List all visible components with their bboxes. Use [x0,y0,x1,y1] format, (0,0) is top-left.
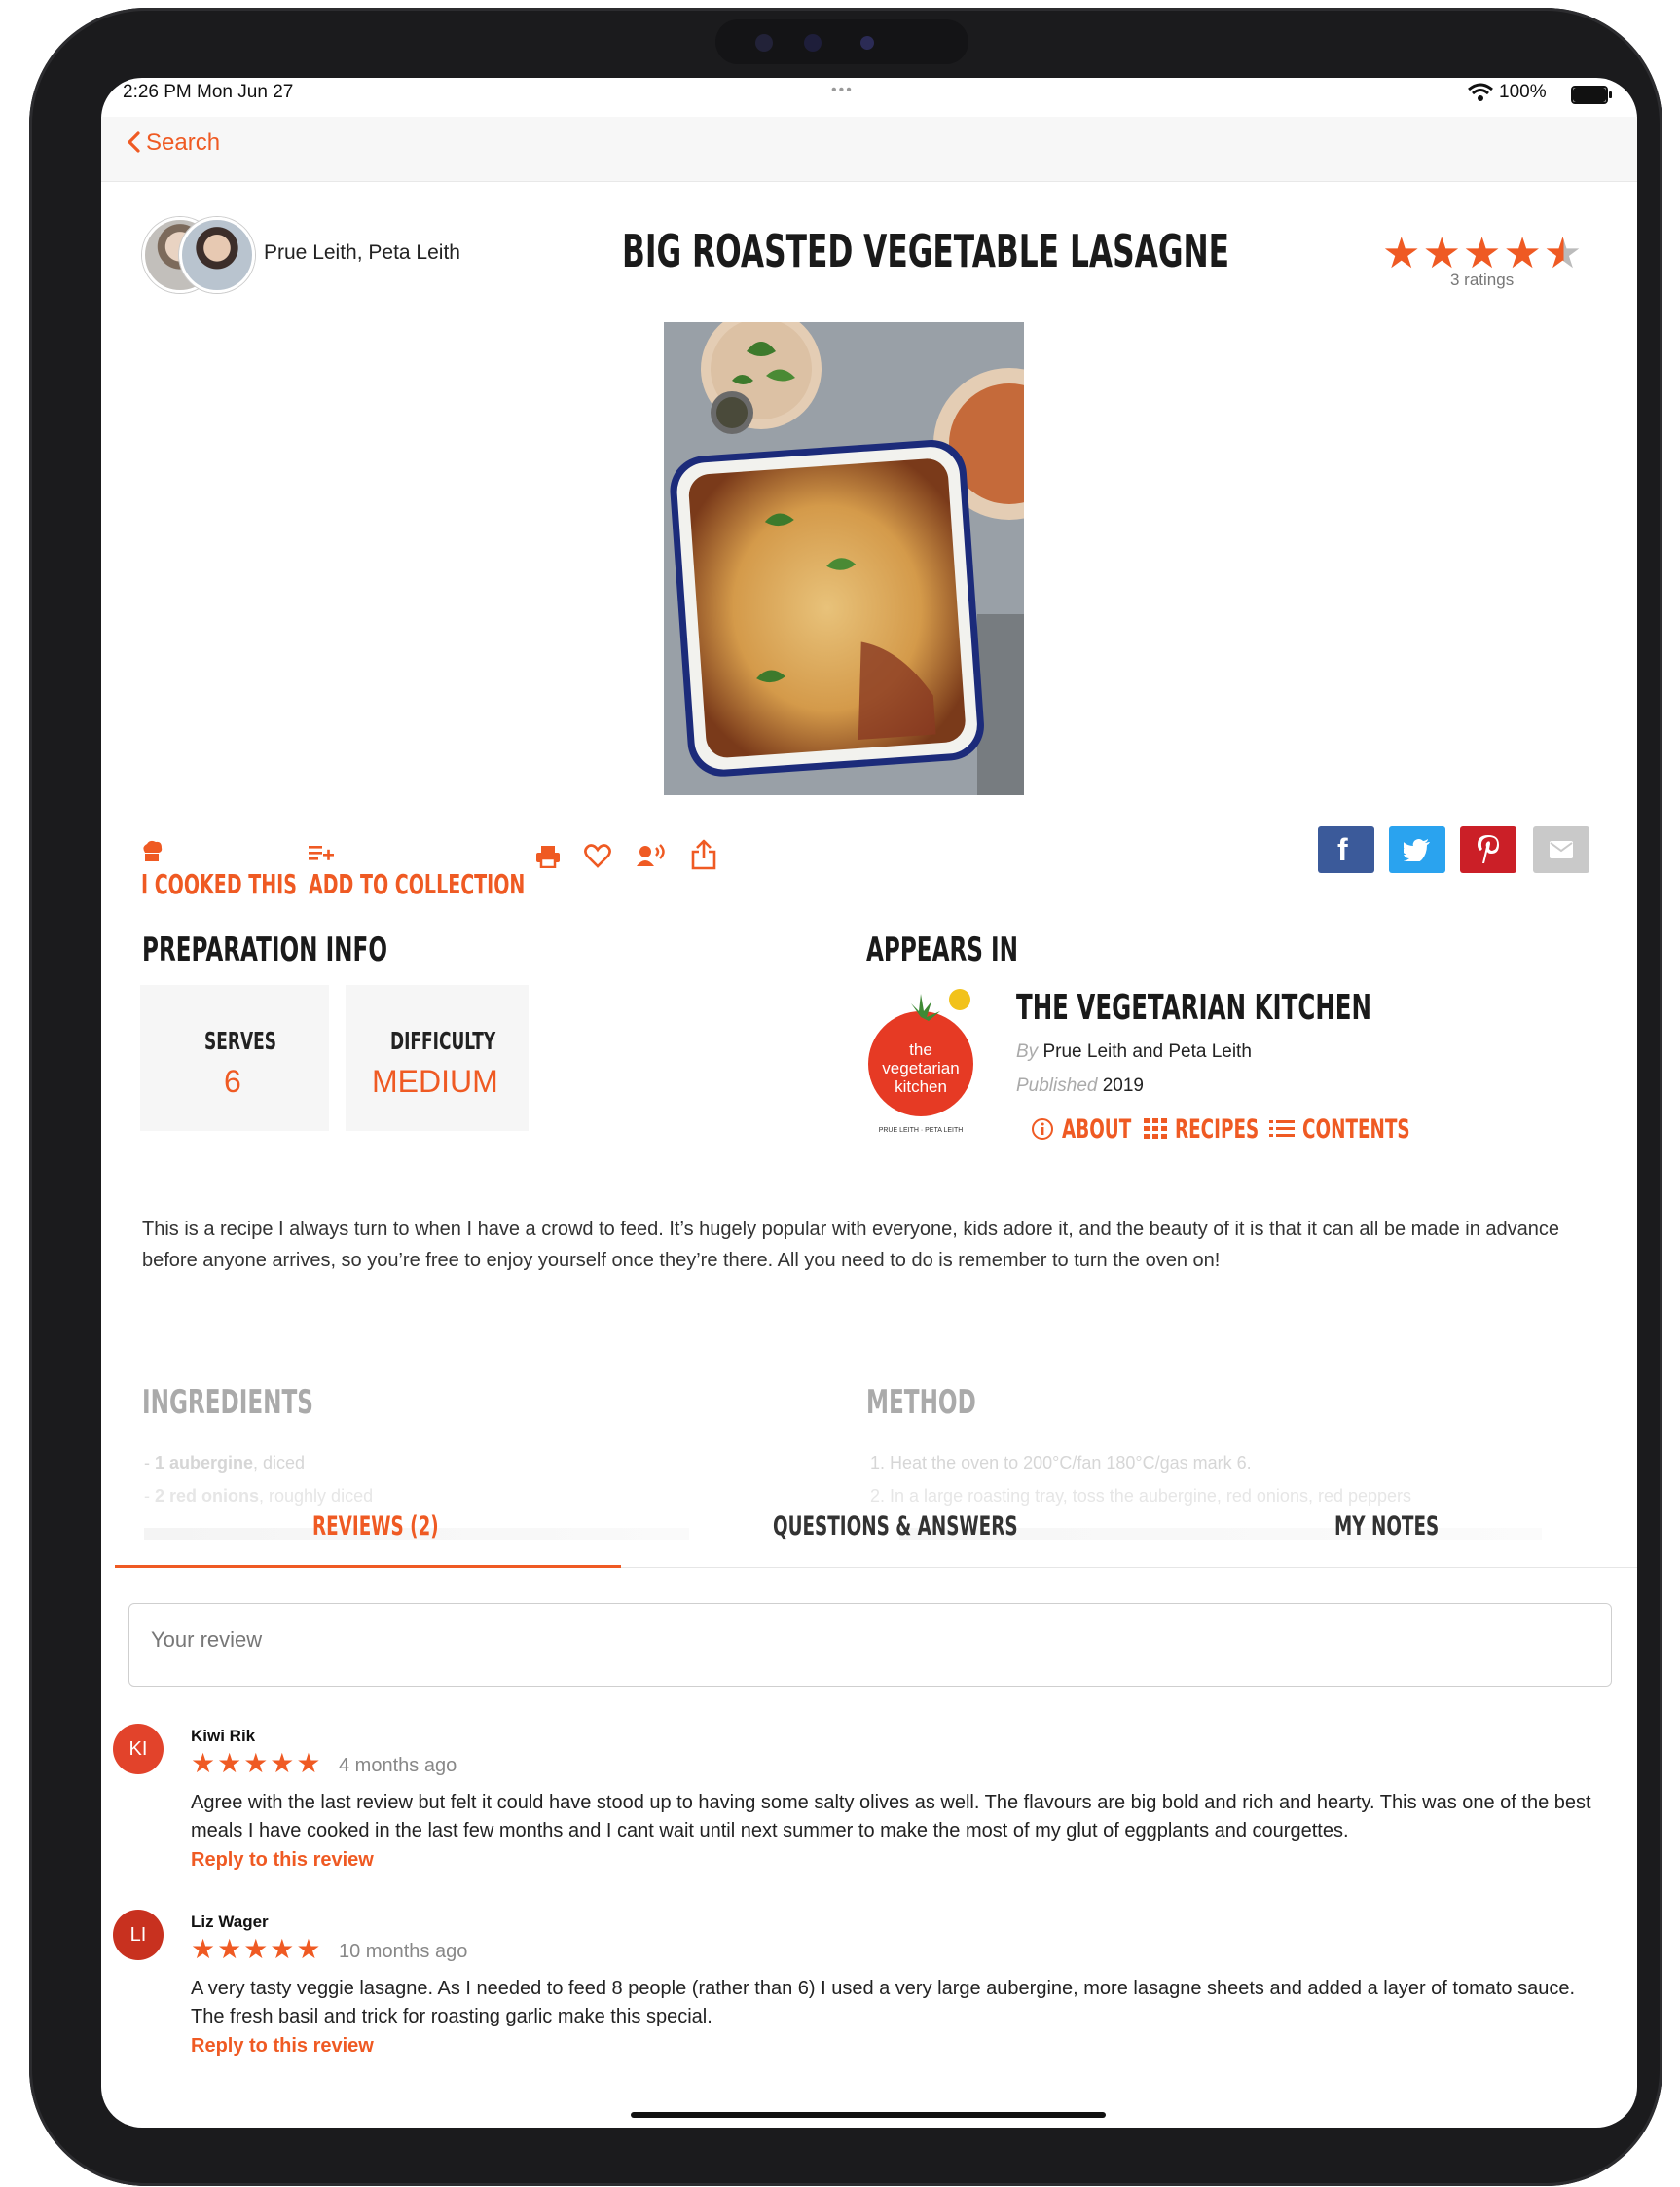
list-icon [1269,1120,1295,1137]
ingredients-heading: INGREDIENTS [142,1383,313,1422]
grid-icon [1144,1118,1167,1139]
review-date: 4 months ago [339,1755,457,1776]
ingredient-item: - 1 aubergine, diced [144,1453,306,1473]
step-text: In a large roasting tray, toss the auber… [890,1486,1412,1506]
facebook-share-button[interactable]: f [1318,826,1374,873]
author-avatar [179,217,255,293]
author-avatars[interactable] [142,217,255,293]
serves-card: SERVES 6 [140,985,329,1131]
share-icon[interactable] [690,839,717,870]
review-input[interactable]: Your review [128,1603,1612,1687]
pinterest-share-button[interactable] [1460,826,1516,873]
multitask-dots[interactable]: ••• [831,82,854,99]
recipe-photo [664,322,1024,795]
heart-icon[interactable] [584,844,611,869]
app-screen: 2:26 PM Mon Jun 27 ••• 100% Search Prue … [101,78,1637,2128]
voice-icon[interactable] [636,844,667,869]
method-heading: METHOD [866,1383,976,1422]
wifi-icon [1468,83,1493,101]
difficulty-value: MEDIUM [372,1064,498,1099]
add-to-collection-label: ADD TO COLLECTION [309,868,526,900]
cover-title-line: the [909,1040,932,1059]
difficulty-card: DIFFICULTY MEDIUM [346,985,529,1131]
review-text: A very tasty veggie lasagne. As I needed… [191,1978,1576,2027]
chef-hat-icon [143,840,163,861]
published-label: Published [1016,1075,1098,1096]
battery-fill [1573,88,1606,102]
reviewer-avatar[interactable]: LI [113,1910,164,1960]
by-label: By [1016,1041,1039,1062]
reply-link[interactable]: Reply to this review [191,1849,374,1872]
back-button[interactable]: Search [127,129,220,157]
tab-reviews[interactable]: REVIEWS (2) [312,1512,439,1542]
ingredient-prep: , diced [253,1453,306,1473]
reviewer-name[interactable]: Kiwi Rik [191,1727,255,1746]
envelope-icon [1550,841,1573,858]
chevron-left-icon [128,131,140,153]
battery-percent: 100% [1499,82,1547,102]
recipe-intro: This is a recipe I always turn to when I… [142,1219,1560,1271]
battery-tip [1609,91,1612,98]
reply-link[interactable]: Reply to this review [191,2035,374,2058]
book-published: Published 2019 [1016,1075,1144,1097]
email-share-button[interactable] [1533,826,1589,873]
review-text: Agree with the last review but felt it c… [191,1792,1591,1841]
contents-label: CONTENTS [1301,1114,1410,1145]
ingredient-prep: , roughly diced [259,1486,374,1506]
recipes-label: RECIPES [1174,1114,1259,1145]
book-authors: Prue Leith and Peta Leith [1042,1041,1252,1062]
cover-title-line: kitchen [895,1077,947,1096]
step-number: 1. [870,1453,886,1473]
camera-lens [755,34,773,52]
tab-questions-answers[interactable]: QUESTIONS & ANSWERS [773,1512,1018,1542]
navigation-bar [101,117,1637,182]
method-step: 1. Heat the oven to 200°C/fan 180°C/gas … [870,1453,1252,1474]
active-tab-indicator [115,1565,621,1568]
review-date: 10 months ago [339,1941,468,1962]
ingredient-name: 2 red onions [155,1486,260,1506]
recipe-title: BIG ROASTED VEGETABLE LASAGNE [622,225,1230,277]
published-year: 2019 [1102,1075,1145,1096]
book-cover[interactable]: the vegetarian kitchen PRUE LEITH · PETA… [851,988,991,1146]
home-indicator[interactable] [631,2112,1106,2118]
method-step: 2. In a large roasting tray, toss the au… [870,1486,1411,1507]
add-to-collection-button[interactable]: ADD TO COLLECTION [309,837,627,900]
status-time: 2:26 PM Mon Jun 27 [123,82,294,102]
difficulty-label: DIFFICULTY [390,1027,496,1055]
serves-label: SERVES [204,1027,276,1055]
ingredient-name: 1 aubergine [155,1453,254,1473]
camera-housing [715,19,968,64]
print-icon[interactable] [535,845,561,868]
pinterest-icon [1478,835,1499,863]
step-number: 2. [870,1486,886,1506]
add-to-collection-icon [309,846,334,860]
prep-heading: PREPARATION INFO [142,930,387,969]
review-stars: ★★★★★ [191,1748,323,1778]
twitter-icon [1404,839,1430,861]
half-star-icon: ★ [1543,230,1585,277]
book-byline: By Prue Leith and Peta Leith [1016,1041,1252,1063]
appears-in-heading: APPEARS IN [866,930,1018,969]
back-label: Search [146,129,221,156]
tab-my-notes[interactable]: MY NOTES [1334,1512,1439,1542]
info-icon [1032,1118,1053,1140]
recipe-authors[interactable]: Prue Leith, Peta Leith [264,241,460,265]
cooked-this-label: I COOKED THIS [141,868,297,900]
book-contents-link[interactable]: CONTENTS [1269,1114,1460,1145]
serves-value: 6 [224,1064,241,1099]
reviewer-name[interactable]: Liz Wager [191,1913,269,1932]
ingredient-item: - 2 red onions, roughly diced [144,1486,374,1506]
facebook-icon: f [1337,832,1348,867]
rating-count: 3 ratings [1450,271,1515,289]
book-title[interactable]: THE VEGETARIAN KITCHEN [1016,988,1371,1028]
camera-lens [804,34,822,52]
camera-sensor [860,36,874,50]
twitter-share-button[interactable] [1389,826,1445,873]
cover-title-line: vegetarian [882,1059,960,1077]
step-text: Heat the oven to 200°C/fan 180°C/gas mar… [890,1453,1252,1473]
review-stars: ★★★★★ [191,1934,323,1964]
about-label: ABOUT [1061,1114,1131,1145]
cover-authors: PRUE LEITH · PETA LEITH [878,1127,964,1134]
reviewer-avatar[interactable]: KI [113,1724,164,1774]
